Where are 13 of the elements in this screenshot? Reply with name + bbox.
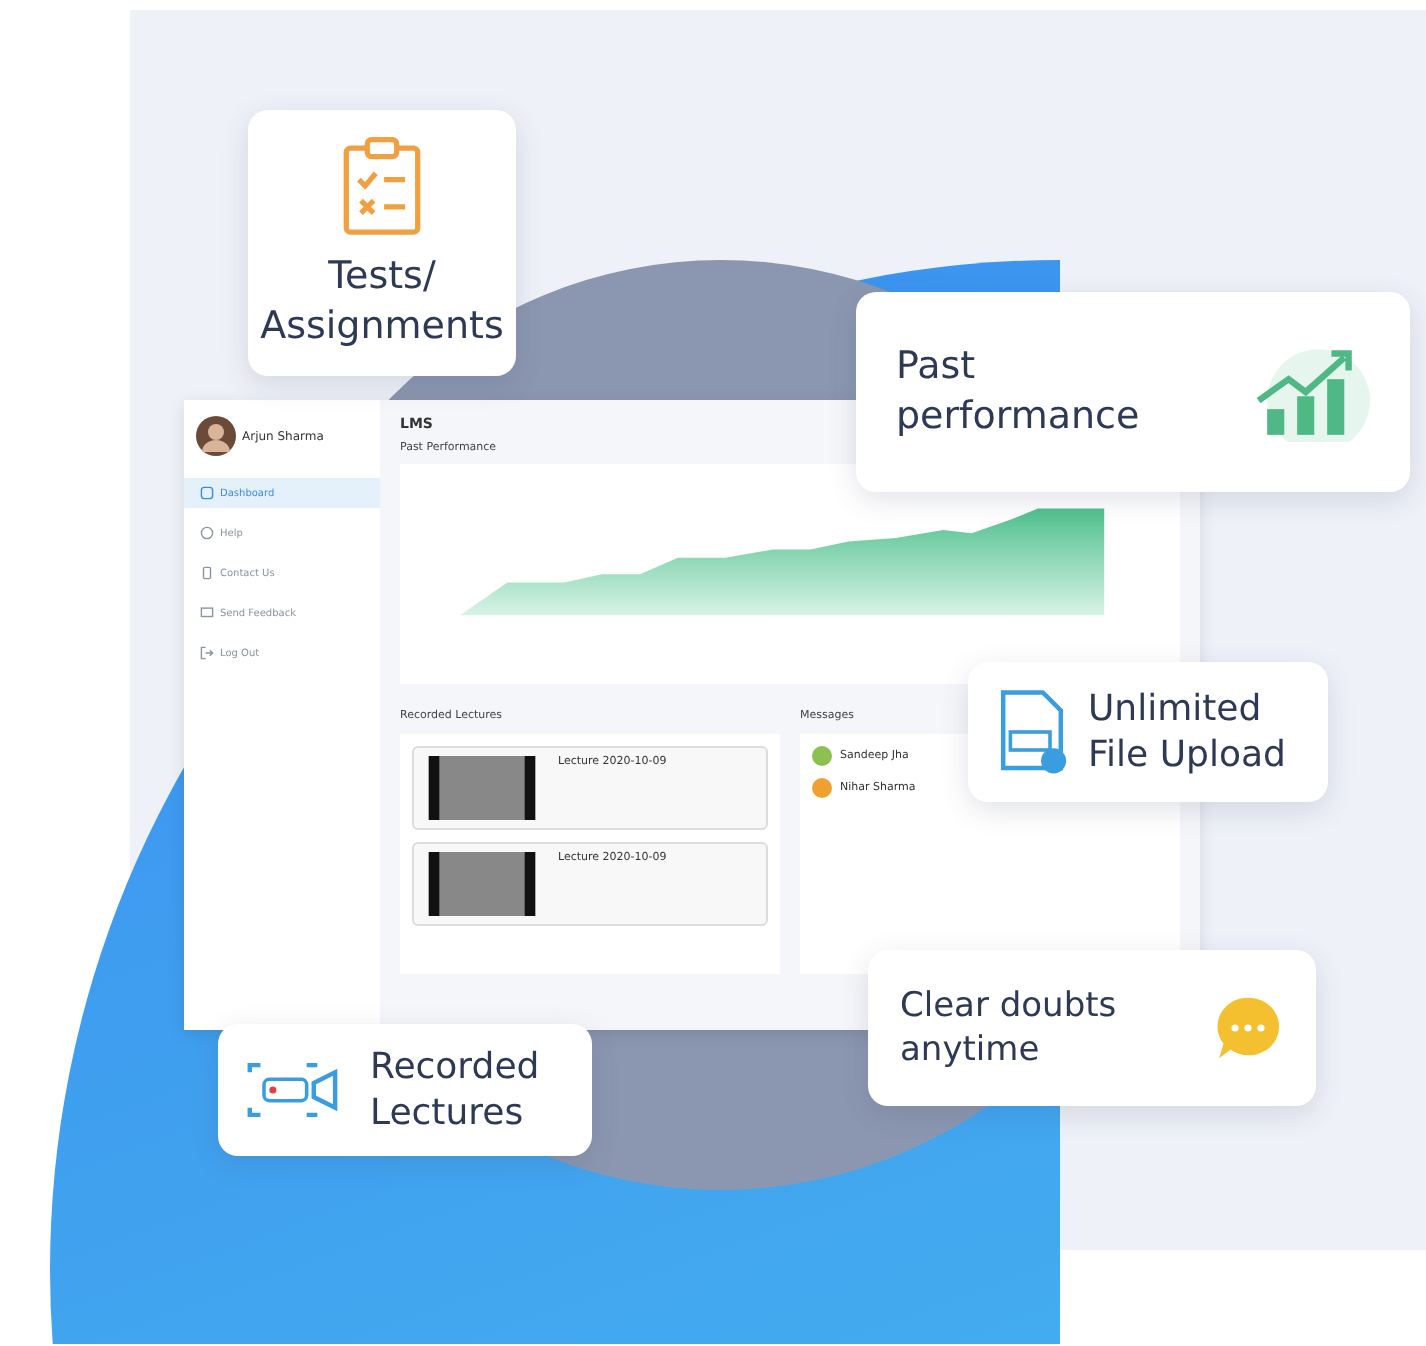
phone-icon <box>200 566 214 580</box>
avatar-icon <box>196 416 236 456</box>
feature-title: Past performance <box>896 342 1140 442</box>
feature-title: Recorded Lectures <box>370 1043 540 1137</box>
help-icon <box>200 526 214 540</box>
feature-title: Unlimited File Upload <box>1088 685 1286 779</box>
file-icon <box>996 688 1068 776</box>
logout-icon <box>200 646 214 660</box>
chat-icon <box>200 606 214 620</box>
clipboard-icon <box>340 135 424 240</box>
grid-icon <box>200 486 214 500</box>
feature-title: Clear doubts anytime <box>900 983 1117 1073</box>
feature-title: Tests/ Assignments <box>260 251 504 351</box>
